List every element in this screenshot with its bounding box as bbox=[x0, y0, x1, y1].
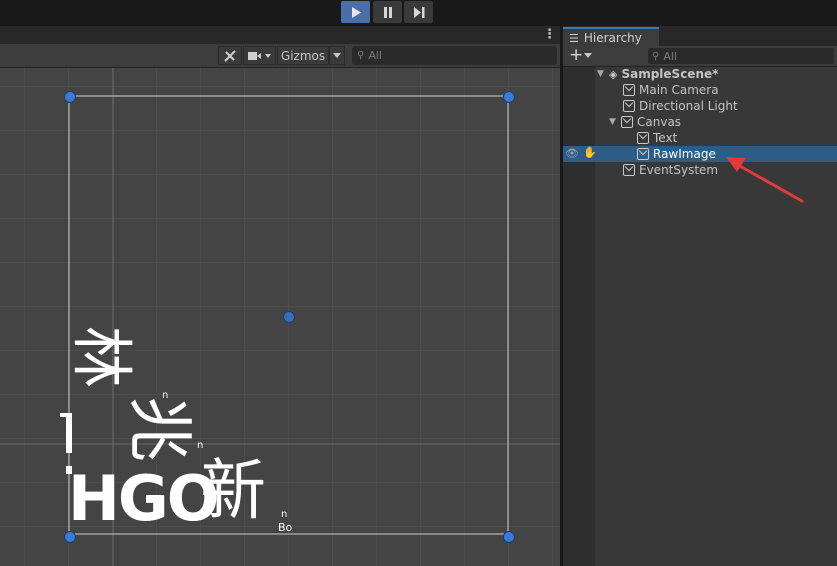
tools-icon[interactable] bbox=[218, 46, 242, 65]
scene-view[interactable]: 林 兆 HGO 新 n n n Bo bbox=[0, 68, 560, 566]
gizmos-dropdown-arrow[interactable] bbox=[329, 46, 345, 65]
play-icon bbox=[351, 6, 361, 18]
corner-handle-bottom-right[interactable] bbox=[503, 531, 515, 543]
add-dropdown-arrow[interactable] bbox=[584, 53, 592, 59]
hierarchy-item-directional-light[interactable]: Directional Light bbox=[595, 98, 837, 114]
corner-handle-top-left[interactable] bbox=[64, 91, 76, 103]
gameobject-cube-icon bbox=[623, 164, 635, 176]
step-icon bbox=[413, 6, 424, 18]
pivot-handle[interactable] bbox=[283, 311, 295, 323]
hierarchy-item-samplescene[interactable]: ▼ ◈ SampleScene* bbox=[595, 66, 837, 82]
pickability-hand-icon[interactable]: ✋ bbox=[583, 146, 597, 159]
tab-hierarchy[interactable]: ☰ Hierarchy bbox=[563, 27, 659, 47]
gameobject-cube-icon bbox=[623, 100, 635, 112]
scene-toolbar: Gizmos ⚲ All bbox=[0, 44, 560, 68]
camera-icon bbox=[247, 51, 271, 60]
search-icon: ⚲ bbox=[357, 50, 365, 61]
expand-arrow-icon[interactable]: ▼ bbox=[597, 69, 607, 79]
hierarchy-search-input[interactable]: ⚲ All bbox=[648, 48, 834, 64]
scene-tab-strip: ⋮ bbox=[0, 26, 560, 44]
annotation-arrow bbox=[726, 157, 804, 203]
search-icon: ⚲ bbox=[652, 50, 660, 62]
gameobject-cube-icon bbox=[637, 132, 649, 144]
canvas-char-vertical-main: 林 bbox=[65, 326, 138, 389]
visibility-eye-icon[interactable]: 👁 bbox=[565, 147, 579, 160]
step-button[interactable] bbox=[404, 1, 433, 23]
camera-dropdown[interactable] bbox=[243, 46, 276, 65]
hierarchy-visibility-gutter bbox=[563, 67, 595, 566]
unity-scene-icon: ◈ bbox=[609, 67, 618, 81]
gameobject-cube-icon bbox=[623, 84, 635, 96]
canvas-small-bo: Bo bbox=[278, 521, 293, 534]
add-button[interactable]: + bbox=[569, 45, 583, 65]
corner-handle-top-right[interactable] bbox=[503, 91, 515, 103]
scene-search-input[interactable]: ⚲ All bbox=[352, 46, 557, 65]
hierarchy-item-canvas[interactable]: ▼ Canvas bbox=[595, 114, 837, 130]
canvas-small-n2: n bbox=[197, 440, 204, 451]
canvas-char-right: 新 bbox=[200, 452, 266, 529]
gameobject-cube-icon bbox=[621, 116, 633, 128]
hierarchy-item-text[interactable]: Text bbox=[595, 130, 837, 146]
list-icon: ☰ bbox=[569, 31, 579, 45]
pause-button[interactable] bbox=[373, 1, 402, 23]
pause-icon bbox=[383, 6, 392, 18]
canvas-small-n3: n bbox=[281, 509, 288, 520]
canvas-stroke-2 bbox=[66, 413, 72, 453]
canvas-small-n1: n bbox=[162, 390, 169, 401]
play-button[interactable] bbox=[341, 1, 370, 23]
hierarchy-item-main-camera[interactable]: Main Camera bbox=[595, 82, 837, 98]
expand-arrow-icon[interactable]: ▼ bbox=[609, 117, 619, 127]
kebab-menu-icon[interactable]: ⋮ bbox=[543, 27, 556, 42]
gameobject-cube-icon bbox=[637, 148, 649, 160]
gizmos-button[interactable]: Gizmos bbox=[277, 46, 329, 65]
